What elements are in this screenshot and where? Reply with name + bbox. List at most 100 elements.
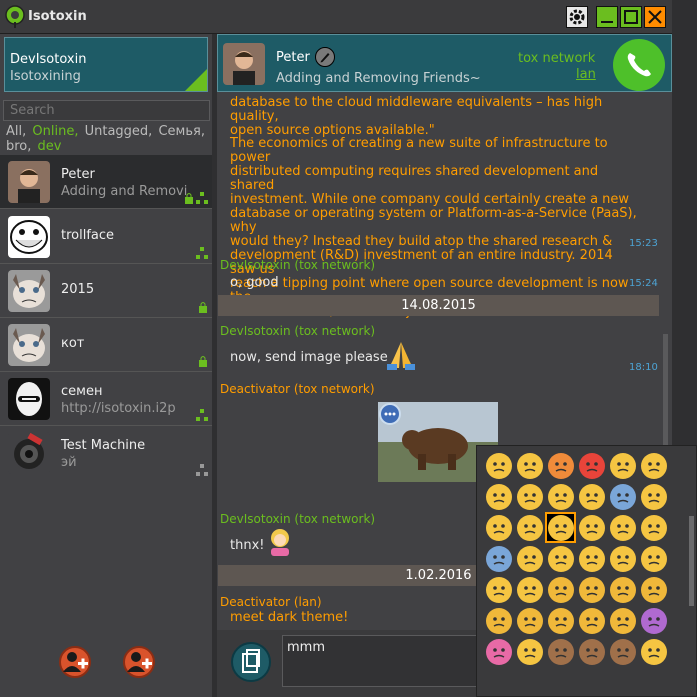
contact-item[interactable]: семен http://isotoxin.i2p	[0, 372, 212, 426]
emoji-hushed[interactable]	[638, 512, 669, 543]
emoji-dizzy[interactable]	[638, 543, 669, 574]
contact-name: кот	[61, 336, 85, 351]
file-icon	[242, 649, 260, 673]
close-icon	[648, 10, 662, 24]
message-author: Deactivator (tox network)	[220, 382, 375, 396]
emoji-scream[interactable]	[514, 543, 545, 574]
close-button[interactable]	[644, 6, 666, 28]
emoji-picker	[476, 445, 697, 697]
call-button[interactable]	[613, 39, 665, 91]
message-author: DevIsotoxin (tox network)	[220, 258, 376, 272]
emoji-cold-sweat[interactable]	[483, 543, 514, 574]
self-name: DevIsotoxin	[10, 52, 87, 67]
emoji-triumph[interactable]	[483, 481, 514, 512]
sad-icon	[485, 452, 512, 479]
emoji-ok-woman[interactable]	[483, 636, 514, 667]
emoji-sob[interactable]	[576, 512, 607, 543]
emoji-mask[interactable]	[514, 574, 545, 605]
filter-family[interactable]: Семья,	[158, 124, 205, 139]
emoji-speak-no-evil[interactable]	[607, 636, 638, 667]
no-gesture-icon	[640, 607, 667, 634]
settings-button[interactable]	[566, 6, 588, 28]
message-author: DevIsotoxin (tox network)	[220, 324, 376, 338]
lan-link[interactable]: lan	[576, 67, 596, 82]
emoji-no-mouth[interactable]	[483, 574, 514, 605]
fearful-icon	[609, 483, 636, 510]
online-status-indicator	[185, 69, 207, 91]
emoji-hear-no-evil[interactable]	[576, 636, 607, 667]
edit-contact-button[interactable]	[315, 47, 335, 67]
emoji-scream-cat[interactable]	[607, 605, 638, 636]
emoji-smirk-cat[interactable]	[483, 605, 514, 636]
contact-name: семен	[61, 384, 103, 399]
emoji-flushed[interactable]	[576, 543, 607, 574]
contact-item[interactable]: trollface	[0, 210, 212, 264]
self-status: Isotoxining	[10, 69, 81, 84]
add-group-button[interactable]	[123, 646, 155, 678]
open-mouth-icon	[609, 514, 636, 541]
search-input[interactable]	[3, 100, 210, 121]
emoji-open-mouth[interactable]	[607, 512, 638, 543]
emoji-tired[interactable]	[514, 512, 545, 543]
maximize-button[interactable]	[620, 6, 642, 28]
image-options-button[interactable]	[379, 403, 401, 425]
anguished-icon	[578, 483, 605, 510]
minimize-icon	[601, 21, 613, 23]
emoji-astonished[interactable]	[545, 543, 576, 574]
contact-list-panel: DevIsotoxin Isotoxining All, Online, Unt…	[0, 34, 212, 697]
emoji-sweat[interactable]	[514, 481, 545, 512]
machine-avatar	[8, 432, 50, 474]
emoji-kissing-cat[interactable]	[514, 605, 545, 636]
emoji-confounded[interactable]	[638, 450, 669, 481]
filter-online[interactable]: Online,	[32, 124, 78, 139]
contact-name: 2015	[61, 282, 95, 297]
contact-name: trollface	[61, 228, 115, 243]
emoji-bowing[interactable]	[514, 636, 545, 667]
emoji-grimacing[interactable]	[545, 512, 576, 543]
ok-woman-icon	[485, 638, 512, 665]
contact-item[interactable]: Test Machine эй	[0, 426, 212, 480]
confounded-icon	[640, 452, 667, 479]
emoji-disappointed[interactable]	[514, 450, 545, 481]
emoji-smile-cat[interactable]	[545, 574, 576, 605]
pencil-icon	[320, 53, 330, 63]
emoji-sleepy[interactable]	[483, 512, 514, 543]
emoji-scrollbar[interactable]	[689, 516, 694, 606]
emoji-fearful[interactable]	[607, 481, 638, 512]
add-contact-button[interactable]	[59, 646, 91, 678]
contact-item[interactable]: 2015	[0, 264, 212, 318]
contact-item[interactable]: Peter Adding and Removi	[0, 155, 212, 209]
emoji-sleeping[interactable]	[607, 543, 638, 574]
emoji-angry[interactable]	[545, 450, 576, 481]
emoji-smiley-cat[interactable]	[607, 574, 638, 605]
emoji-anguished[interactable]	[576, 481, 607, 512]
emoji-weary[interactable]	[638, 481, 669, 512]
emoji-raised-hand[interactable]	[638, 636, 669, 667]
emoji-sad[interactable]	[483, 450, 514, 481]
filter-all[interactable]: All,	[6, 124, 26, 139]
emoji-joy-cat[interactable]	[576, 574, 607, 605]
contact-item[interactable]: кот	[0, 318, 212, 372]
self-profile[interactable]: DevIsotoxin Isotoxining	[4, 37, 208, 92]
filter-dev[interactable]: dev	[38, 139, 62, 154]
conversation-contact-name: Peter	[276, 50, 310, 65]
emoji-crying-cat[interactable]	[576, 605, 607, 636]
title-bar: Isotoxin	[0, 0, 672, 34]
emoji-no-gesture[interactable]	[638, 605, 669, 636]
send-file-button[interactable]	[231, 642, 271, 682]
message-text: thnx!	[230, 538, 265, 553]
filter-untagged[interactable]: Untagged,	[85, 124, 153, 139]
emoji-pouting[interactable]	[576, 450, 607, 481]
emoji-frowning[interactable]	[545, 481, 576, 512]
date-separator: 14.08.2015	[218, 295, 659, 316]
emoji-pouting-cat[interactable]	[545, 605, 576, 636]
emoji-see-no-evil[interactable]	[545, 636, 576, 667]
emoji-cry[interactable]	[607, 450, 638, 481]
minimize-button[interactable]	[596, 6, 618, 28]
message-text: database to the cloud middleware equival…	[230, 95, 603, 138]
add-user-icon	[63, 652, 88, 672]
message-text: o, good	[230, 275, 279, 290]
filter-bro[interactable]: bro,	[6, 139, 31, 154]
emoji-heart-eyes-cat[interactable]	[638, 574, 669, 605]
robot-avatar	[8, 378, 50, 420]
